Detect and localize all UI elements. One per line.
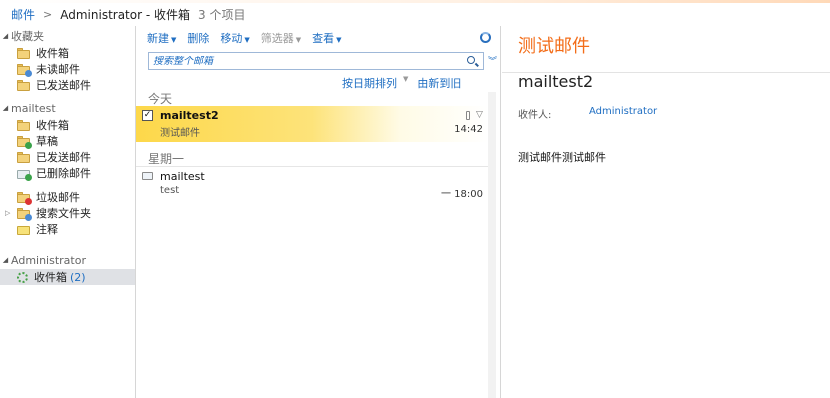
mailtest-group-header[interactable]: ◢ mailtest xyxy=(0,100,135,116)
nav-item-label: 垃圾邮件 xyxy=(36,191,80,204)
message-subject-heading: mailtest2 xyxy=(518,72,594,91)
filter-button[interactable]: 筛选器 ▼ xyxy=(261,30,301,46)
category-icon[interactable] xyxy=(466,111,470,120)
move-button[interactable]: 移动 ▼ xyxy=(220,30,249,46)
search-input[interactable] xyxy=(153,55,453,67)
nav-item-label: 收件箱 xyxy=(34,271,67,284)
mailtest-title: mailtest xyxy=(11,101,56,115)
sort-by-date-button[interactable]: 按日期排列 xyxy=(342,75,397,91)
sent-folder-icon xyxy=(17,79,30,91)
mailtest-item-inbox[interactable]: 收件箱 xyxy=(0,117,135,133)
read-envelope-icon xyxy=(142,172,153,180)
new-button[interactable]: 新建 ▼ xyxy=(147,30,176,46)
message-list-pane: 新建▼ 删除 移动▼ 筛选器▼ 查看▼ ︾ 按日期排列 ▼ 由新到旧 今天 ✓ … xyxy=(135,26,501,398)
message-row[interactable]: ✓ mailtest2 测试邮件 ▽ 14:42 xyxy=(136,106,488,142)
view-button[interactable]: 查看 ▼ xyxy=(312,30,341,46)
administrator-item-inbox[interactable]: 收件箱 (2) xyxy=(0,269,135,285)
delete-button[interactable]: 删除 xyxy=(187,30,209,46)
message-sender: mailtest xyxy=(160,170,205,183)
search-options-chevron-icon[interactable]: ︾ xyxy=(488,54,497,67)
favorites-item-inbox[interactable]: 收件箱 xyxy=(0,45,135,61)
nav-item-label: 已发送邮件 xyxy=(36,79,91,92)
dropdown-arrow-icon: ▼ xyxy=(171,36,177,44)
favorites-item-sent[interactable]: 已发送邮件 xyxy=(0,77,135,93)
breadcrumb-current: Administrator - 收件箱 xyxy=(60,8,190,22)
message-body: 测试邮件测试邮件 xyxy=(518,151,606,164)
dropdown-arrow-icon[interactable]: ▼ xyxy=(403,75,408,91)
message-subject: 测试邮件 xyxy=(160,128,200,139)
group-header-today: 今天 xyxy=(148,92,173,106)
administrator-title: Administrator xyxy=(11,253,86,267)
search-box xyxy=(148,52,484,70)
recycle-bin-icon xyxy=(17,168,32,181)
breadcrumb: 邮件 > Administrator - 收件箱 3 个项目 xyxy=(0,3,830,26)
checkbox-checked-icon[interactable]: ✓ xyxy=(142,110,153,121)
list-scrollbar[interactable] xyxy=(488,92,496,398)
dropdown-arrow-icon: ▼ xyxy=(336,36,342,44)
group-header-monday: 星期一 xyxy=(148,152,185,166)
nav-item-label: 已发送邮件 xyxy=(36,151,91,164)
recipient-link[interactable]: Administrator xyxy=(589,106,657,117)
dropdown-arrow-icon: ▼ xyxy=(244,36,250,44)
drafts-folder-icon xyxy=(17,135,32,149)
sort-bar: 按日期排列 ▼ 由新到旧 xyxy=(342,75,461,91)
folder-nav: ◢ 收藏夹 收件箱 未读邮件 已发送邮件 ◢ mailtest 收件箱 草稿 已… xyxy=(0,26,135,398)
mailtest-item-junk[interactable]: 垃圾邮件 xyxy=(0,189,135,205)
favorites-group-header[interactable]: ◢ 收藏夹 xyxy=(0,28,135,44)
administrator-group-header[interactable]: ◢ Administrator xyxy=(0,252,135,268)
mailtest-item-search-folders[interactable]: ▷ 搜索文件夹 xyxy=(0,205,135,221)
sent-folder-icon xyxy=(17,151,30,163)
nav-item-label: 收件箱 xyxy=(36,119,69,132)
message-sender: mailtest2 xyxy=(160,109,219,122)
recipient-label: 收件人: xyxy=(518,110,552,121)
nav-item-label: 已删除邮件 xyxy=(36,167,91,180)
expand-arrow-icon[interactable]: ▷ xyxy=(5,209,10,217)
junk-folder-icon xyxy=(17,191,32,205)
notes-icon xyxy=(17,224,30,235)
mailtest-item-notes[interactable]: 注释 xyxy=(0,221,135,237)
nav-item-label: 搜索文件夹 xyxy=(36,207,91,220)
sort-order-button[interactable]: 由新到旧 xyxy=(417,75,461,91)
favorites-title: 收藏夹 xyxy=(11,30,44,43)
mailtest-item-sent[interactable]: 已发送邮件 xyxy=(0,149,135,165)
breadcrumb-separator-icon: > xyxy=(43,8,53,21)
nav-item-label: 草稿 xyxy=(36,135,58,148)
breadcrumb-mail-link[interactable]: 邮件 xyxy=(11,6,35,23)
loading-icon xyxy=(17,271,28,283)
refresh-icon[interactable] xyxy=(480,32,491,43)
message-row[interactable]: mailtest test 一 18:00 xyxy=(136,167,488,203)
inbox-folder-icon xyxy=(17,47,30,59)
search-icon[interactable] xyxy=(467,56,475,64)
flag-icon[interactable]: ▽ xyxy=(476,110,483,120)
nav-item-label: 未读邮件 xyxy=(36,63,80,76)
message-time: 一 18:00 xyxy=(441,189,483,200)
favorites-item-unread[interactable]: 未读邮件 xyxy=(0,61,135,77)
list-toolbar: 新建 ▼ 删除 移动 ▼ 筛选器 ▼ 查看 ▼ xyxy=(147,30,353,46)
unread-folder-icon xyxy=(17,63,32,77)
unread-count: (2) xyxy=(70,270,86,284)
mailtest-item-deleted[interactable]: 已删除邮件 xyxy=(0,165,135,181)
nav-item-label: 注释 xyxy=(36,223,58,236)
item-count: 3 个项目 xyxy=(198,8,246,22)
inbox-folder-icon xyxy=(17,119,30,131)
search-folder-icon xyxy=(17,207,32,221)
message-title: 测试邮件 xyxy=(518,36,590,57)
collapse-arrow-icon[interactable]: ◢ xyxy=(0,32,11,40)
collapse-arrow-icon[interactable]: ◢ xyxy=(0,104,11,112)
collapse-arrow-icon[interactable]: ◢ xyxy=(0,256,11,264)
dropdown-arrow-icon: ▼ xyxy=(295,36,302,44)
nav-item-label: 收件箱 xyxy=(36,47,69,60)
message-subject: test xyxy=(160,185,180,196)
reading-pane: 测试邮件 mailtest2 收件人: Administrator 测试邮件测试… xyxy=(502,26,830,398)
message-time: 14:42 xyxy=(454,124,483,135)
mailtest-item-drafts[interactable]: 草稿 xyxy=(0,133,135,149)
